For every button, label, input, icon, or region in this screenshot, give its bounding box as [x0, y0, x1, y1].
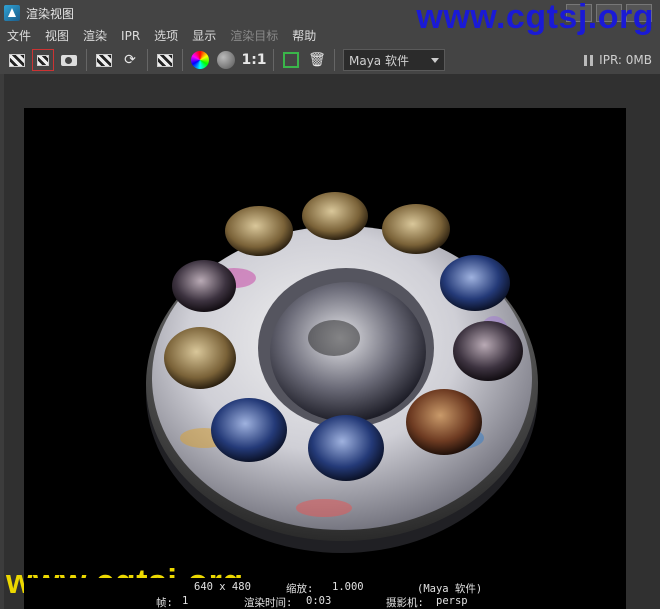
menu-help[interactable]: 帮助 [285, 26, 323, 46]
status-render-time-label: 渲染时间: [244, 597, 293, 609]
menu-render[interactable]: 渲染 [76, 26, 114, 46]
well-gold-2 [302, 192, 368, 240]
menu-display[interactable]: 显示 [185, 26, 223, 46]
well-gold-4 [164, 327, 236, 389]
remove-image-icon[interactable]: 🗑 [306, 49, 328, 71]
render-sequence-icon[interactable] [154, 49, 176, 71]
status-frame-value: 1 [182, 595, 189, 607]
toolbar-divider [86, 49, 87, 71]
toolbar-divider [273, 49, 274, 71]
pause-icon[interactable] [584, 54, 594, 66]
well-rust [406, 389, 482, 455]
window-title: 渲染视图 [26, 6, 75, 21]
status-renderer: (Maya 软件) [417, 583, 483, 595]
toolbar: ⟳ 1:1 🗑 Maya 软件 [0, 46, 660, 74]
rgb-channels-icon[interactable] [189, 49, 211, 71]
menu-options[interactable]: 选项 [147, 26, 185, 46]
menu-render-target[interactable]: 渲染目标 [223, 26, 285, 46]
maya-app-icon [4, 5, 20, 21]
well-gold-1 [225, 206, 293, 256]
well-blue-3 [211, 398, 287, 462]
toolbar-divider [334, 49, 335, 71]
renderer-dropdown[interactable]: Maya 软件 [343, 49, 445, 71]
menu-view[interactable]: 视图 [38, 26, 76, 46]
render-frame-icon[interactable] [6, 49, 28, 71]
status-render-time-value: 0:03 [306, 595, 332, 607]
well-dark-2 [172, 260, 236, 312]
toolbar-divider [147, 49, 148, 71]
renderer-dropdown-value: Maya 软件 [349, 53, 409, 68]
snapshot-icon[interactable] [58, 49, 80, 71]
refresh-ipr-icon[interactable]: ⟳ [119, 49, 141, 71]
watermark-top: www.cgtsj.org [416, 0, 654, 36]
well-blue-1 [440, 255, 510, 311]
status-zoom-value: 1.000 [332, 581, 364, 593]
status-camera-value: persp [436, 595, 468, 607]
status-resolution: 640 x 480 [194, 581, 251, 593]
render-region-icon[interactable] [32, 49, 54, 71]
alpha-channel-icon[interactable] [215, 49, 237, 71]
render-status-bar: 640 x 480 缩放: 1.000 (Maya 软件) 帧: 1 渲染时间:… [24, 578, 626, 609]
menu-ipr[interactable]: IPR [114, 26, 147, 46]
well-dark-1 [453, 321, 523, 381]
ipr-memory-label: IPR: 0MB [599, 53, 652, 67]
status-frame-label: 帧: [156, 597, 173, 609]
status-camera-label: 摄影机: [386, 597, 424, 609]
toolbar-divider [182, 49, 183, 71]
rendered-image[interactable] [24, 108, 626, 578]
status-zoom-label: 缩放: [286, 583, 314, 595]
chevron-down-icon [431, 57, 439, 63]
well-blue-2 [308, 415, 384, 481]
menu-file[interactable]: 文件 [0, 26, 38, 46]
paint-palette-render [146, 192, 538, 553]
ipr-render-icon[interactable] [93, 49, 115, 71]
well-gold-3 [382, 204, 450, 254]
real-size-button[interactable]: 1:1 [241, 49, 267, 71]
ipr-status: IPR: 0MB [584, 53, 652, 67]
keep-image-icon[interactable] [280, 49, 302, 71]
